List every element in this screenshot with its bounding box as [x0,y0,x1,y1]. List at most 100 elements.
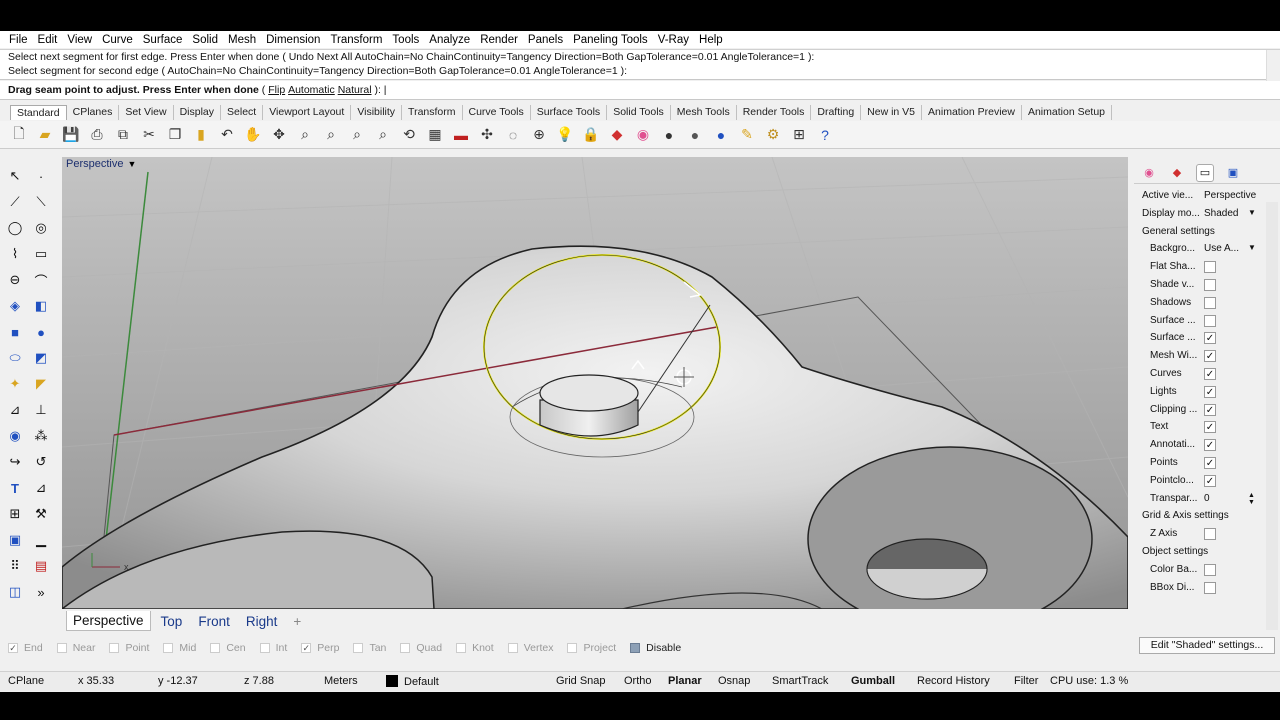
toolbar-tab-render-tools[interactable]: Render Tools [737,105,812,120]
option-natural[interactable]: Natural [338,84,372,96]
ellipse-icon[interactable]: ⊖ [4,269,26,291]
osnap-checkbox[interactable] [259,643,270,653]
setting-checkbox[interactable] [1204,296,1216,309]
setting-checkbox[interactable]: ✓ [1204,474,1216,487]
zoom-selected-icon[interactable]: ⌕ [372,124,394,146]
toolbar-tab-solid-tools[interactable]: Solid Tools [607,105,671,120]
z-axis-row[interactable]: Z Axis [1134,526,1266,543]
perspective-viewport[interactable]: x [62,157,1128,609]
osnap-checkbox[interactable] [630,643,641,653]
toolbar-tab-set-view[interactable]: Set View [119,105,174,120]
tab-top[interactable]: Top [155,612,189,631]
section-grid-axis-settings[interactable]: Grid & Axis settings [1142,510,1229,521]
select-icon[interactable]: ↖ [4,165,26,187]
toolbar-tab-animation-preview[interactable]: Animation Preview [922,105,1022,120]
display-mode-row[interactable]: Display mo... Shaded ▼ [1134,206,1266,223]
record-history-toggle[interactable]: Record History [917,675,990,687]
rotate-view-icon[interactable]: ✥ [268,124,290,146]
menu-item-tools[interactable]: Tools [387,34,424,46]
background-row[interactable]: Backgro... Use A... ▼ [1134,241,1266,258]
viewport-title[interactable]: Perspective ▼ [66,158,136,170]
color-back-row[interactable]: Color Ba... [1134,562,1266,579]
active-view-value[interactable]: Perspective [1204,190,1256,201]
setting-checkbox[interactable] [1204,261,1216,274]
analyze-icon[interactable]: ⚒ [30,503,52,525]
boolean-icon[interactable]: ◉ [4,425,26,447]
setting-row[interactable]: Surface ... ✓ [1134,330,1266,347]
setting-row[interactable]: Surface ... [1134,313,1266,330]
display-tab-icon[interactable]: ▭ [1196,163,1214,182]
setting-checkbox[interactable] [1204,563,1216,576]
new-icon[interactable]: 🗋 [8,124,30,146]
ortho-toggle[interactable]: Ortho [624,675,652,687]
curve-icon[interactable]: ⌇ [4,243,26,265]
menu-item-view[interactable]: View [62,34,97,46]
split-icon[interactable]: ⊥ [30,399,52,421]
menu-item-dimension[interactable]: Dimension [261,34,325,46]
menu-item-edit[interactable]: Edit [33,34,63,46]
setting-checkbox[interactable]: ✓ [1204,421,1216,434]
chevron-down-icon[interactable]: ▼ [1248,208,1256,217]
osnap-checkbox[interactable] [109,643,120,653]
setting-checkbox[interactable] [1204,279,1216,291]
toolbar-tab-transform[interactable]: Transform [402,105,463,120]
move-icon[interactable]: ✣ [476,124,498,146]
circle-tangent-icon[interactable]: ◎ [30,217,52,239]
layer-icon[interactable]: ◆ [606,124,628,146]
toolbar-tab-surface-tools[interactable]: Surface Tools [531,105,608,120]
osnap-mid[interactable]: Mid [163,642,196,654]
toolbar-tab-mesh-tools[interactable]: Mesh Tools [671,105,737,120]
panel-scrollbar[interactable] [1266,202,1278,630]
osnap-checkbox[interactable] [56,643,67,653]
car-icon[interactable]: ▬ [450,124,472,146]
setting-checkbox[interactable]: ✓ [1204,457,1216,469]
snapshot-icon[interactable]: ▤ [30,555,52,577]
setting-row[interactable]: Shadows [1134,295,1266,312]
object-settings-header[interactable]: Object settings [1134,544,1266,561]
osnap-point[interactable]: Point [109,642,149,654]
osnap-cen[interactable]: Cen [210,642,246,654]
gumball-toggle[interactable]: Gumball [851,675,895,687]
menu-item-help[interactable]: Help [694,34,728,46]
menu-item-file[interactable]: File [4,34,33,46]
setting-checkbox[interactable]: ✓ [1204,403,1216,416]
setting-checkbox[interactable]: ✓ [1204,350,1216,363]
osnap-icon[interactable]: ⊕ [528,124,550,146]
layout-icon[interactable]: ◫ [4,581,26,603]
cplane-label[interactable]: CPlane [8,675,44,687]
toolbar-tab-drafting[interactable]: Drafting [811,105,862,120]
toolbar-tab-display[interactable]: Display [174,105,222,120]
zoom-extents-icon[interactable]: ⌕ [346,124,368,146]
undo-view-icon[interactable]: ⟲ [398,124,420,146]
light-icon[interactable]: 💡 [554,124,576,146]
setting-row[interactable]: Annotati... ✓ [1134,437,1266,454]
add-viewport-icon[interactable]: + [287,612,307,631]
setting-row[interactable]: Pointclo... ✓ [1134,473,1266,490]
undo-icon[interactable]: ↶ [216,124,238,146]
toolbar-tab-new-in-v5[interactable]: New in V5 [861,105,923,120]
setting-checkbox[interactable] [1204,528,1216,541]
menu-item-surface[interactable]: Surface [138,34,188,46]
osnap-toggle[interactable]: Osnap [718,675,750,687]
units-label[interactable]: Meters [324,675,358,687]
menu-item-mesh[interactable]: Mesh [223,34,261,46]
section-general-settings[interactable]: General settings [1142,226,1215,237]
osnap-checkbox[interactable] [353,643,364,653]
offset-icon[interactable]: ↪ [4,451,26,473]
general-settings-header[interactable]: General settings [1134,224,1266,241]
active-view-row[interactable]: Active vie... Perspective [1134,188,1266,205]
setting-row[interactable]: Mesh Wi... ✓ [1134,348,1266,365]
zoom-window-icon[interactable]: ⌕ [320,124,342,146]
osnap-knot[interactable]: Knot [456,642,494,654]
setting-checkbox[interactable]: ✓ [1204,332,1216,345]
materials-tab-icon[interactable]: ◉ [1140,164,1158,182]
osnap-end[interactable]: ✓ End [8,642,43,654]
filter-toggle[interactable]: Filter [1014,675,1038,687]
menu-item-analyze[interactable]: Analyze [424,34,475,46]
lock-icon[interactable]: 🔒 [580,124,602,146]
setting-row[interactable]: Text ✓ [1134,419,1266,436]
array-icon[interactable]: ⠿ [4,555,26,577]
setting-checkbox[interactable]: ✓ [1204,385,1216,398]
toolbar-tab-visibility[interactable]: Visibility [351,105,403,120]
color-wheel-icon[interactable]: ◉ [632,124,654,146]
